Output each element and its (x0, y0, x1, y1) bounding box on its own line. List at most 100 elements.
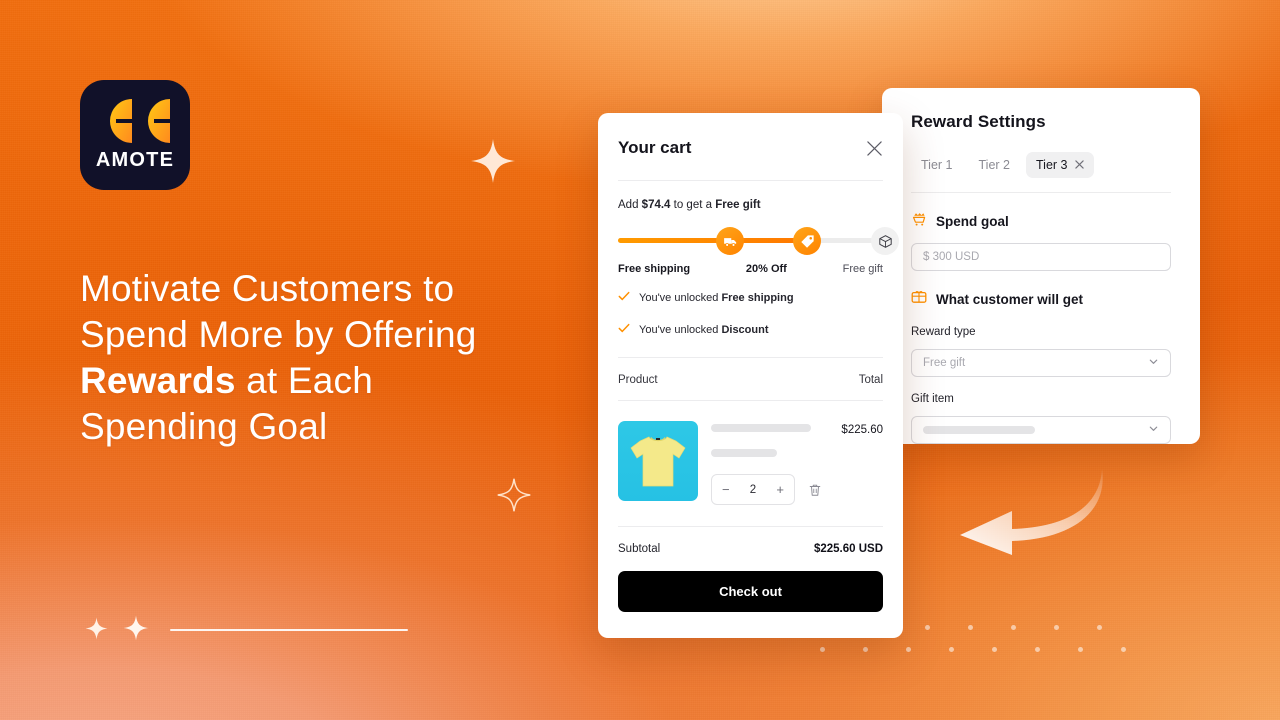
tier-tab-3[interactable]: Tier 3 (1026, 152, 1094, 178)
reward-type-value: Free gift (923, 357, 966, 369)
product-price: $225.60 (841, 424, 883, 436)
sparkle-icon (497, 478, 531, 512)
spend-goal-label: Spend goal (936, 214, 1009, 229)
headline-line-2: Spend More by Offering (80, 314, 477, 355)
headline-line-1: Motivate Customers to (80, 268, 455, 309)
progress-message-reward: Free gift (715, 199, 761, 211)
headline-emphasis: Rewards (80, 360, 236, 401)
milestone-labels: Free shipping 20% Off Free gift (618, 263, 883, 275)
spend-goal-placeholder: $ 300 USD (923, 251, 980, 263)
quantity-decrease-button[interactable]: − (722, 482, 730, 497)
milestone-node-free-shipping[interactable] (716, 227, 744, 255)
panel-divider (911, 192, 1171, 193)
quantity-row: − 2 + (711, 474, 883, 505)
quantity-increase-button[interactable]: + (776, 482, 784, 497)
milestone-label-free-shipping: Free shipping (618, 263, 691, 275)
dot (1078, 647, 1083, 652)
quantity-stepper[interactable]: − 2 + (711, 474, 795, 505)
tshirt-image[interactable] (618, 421, 698, 501)
cart-title: Your cart (618, 138, 692, 157)
subtotal-row: Subtotal $225.60 USD (618, 527, 883, 555)
chevron-down-icon (1148, 356, 1159, 370)
reward-settings-panel: Reward Settings Tier 1 Tier 2 Tier 3 Spe… (882, 88, 1200, 444)
tier-tabs: Tier 1 Tier 2 Tier 3 (911, 152, 1171, 178)
tier-tab-2[interactable]: Tier 2 (969, 152, 1021, 178)
customer-get-heading: What customer will get (911, 289, 1171, 310)
progress-message-middle: to get a (670, 199, 716, 211)
dot (1121, 647, 1126, 652)
unlocked-reward-2: Discount (721, 324, 769, 336)
reward-type-label: Reward type (911, 326, 976, 338)
milestone-label-free-gift: Free gift (842, 263, 883, 275)
dot (820, 647, 825, 652)
headline-line-3-rest: at Each (235, 360, 373, 401)
headline-line-3: Rewards at Each (80, 358, 640, 404)
customer-get-label: What customer will get (936, 292, 1084, 307)
progress-message: Add $74.4 to get a Free gift (618, 181, 883, 211)
progress-fill (618, 238, 799, 243)
spend-goal-heading: Spend goal (911, 211, 1171, 232)
dot (1035, 647, 1040, 652)
progress-message-prefix: Add (618, 199, 642, 211)
unlocked-text: You've unlocked Free shipping (639, 292, 794, 304)
cart-table-header: Product Total (618, 358, 883, 400)
check-icon (618, 289, 630, 307)
unlocked-prefix-1: You've unlocked (639, 292, 722, 304)
cart-line-item-details: $225.60 − 2 + (711, 421, 883, 505)
unlocked-item: You've unlocked Free shipping (618, 289, 883, 307)
milestone-node-free-gift[interactable] (871, 227, 899, 255)
dot (906, 647, 911, 652)
cart-header: Your cart (618, 113, 883, 180)
chevron-down-icon (1148, 423, 1159, 437)
close-icon[interactable] (866, 140, 883, 157)
product-title-placeholder (711, 424, 811, 432)
gift-card-icon (911, 289, 927, 310)
subtotal-value: $225.60 USD (813, 543, 883, 555)
tier-tab-1-label: Tier 1 (921, 158, 953, 172)
unlocked-item: You've unlocked Discount (618, 321, 883, 339)
sparkle-icon (123, 615, 149, 641)
tier-tab-3-label: Tier 3 (1036, 158, 1068, 172)
quote-marks-icon (100, 98, 170, 143)
gift-item-label: Gift item (911, 393, 954, 405)
sparkle-icon (85, 617, 108, 640)
cart-line-item: $225.60 − 2 + (618, 401, 883, 505)
trash-icon[interactable] (808, 483, 822, 497)
spend-goal-input[interactable]: $ 300 USD (911, 243, 1171, 271)
headline-line-4: Spending Goal (80, 406, 328, 447)
cart-line-item-top: $225.60 (711, 424, 883, 436)
tier-tab-1[interactable]: Tier 1 (911, 152, 963, 178)
dot (968, 625, 973, 630)
cart-panel: Your cart Add $74.4 to get a Free gift F… (598, 113, 903, 638)
dot (1011, 625, 1016, 630)
dot (992, 647, 997, 652)
curved-arrow-left-icon (950, 465, 1110, 560)
milestone-node-discount[interactable] (793, 227, 821, 255)
product-variant-placeholder (711, 449, 777, 457)
reward-type-select[interactable]: Free gift (911, 349, 1171, 377)
reward-settings-title: Reward Settings (911, 112, 1046, 131)
checkout-button[interactable]: Check out (618, 571, 883, 612)
logo-wordmark: AMOTE (95, 148, 175, 171)
dot (949, 647, 954, 652)
unlocked-prefix-2: You've unlocked (639, 324, 722, 336)
dot (1097, 625, 1102, 630)
cart-crown-icon (911, 211, 927, 232)
dot (863, 647, 868, 652)
check-icon (618, 321, 630, 339)
sparkle-icon (470, 138, 516, 184)
unlocked-text: You've unlocked Discount (639, 324, 769, 336)
unlocked-reward-1: Free shipping (721, 292, 794, 304)
dot-grid (925, 625, 1140, 630)
close-icon[interactable] (1074, 159, 1084, 171)
gift-item-select[interactable] (911, 416, 1171, 444)
dot (925, 625, 930, 630)
quantity-value: 2 (749, 483, 757, 496)
divider-line (170, 629, 408, 631)
dot (1054, 625, 1059, 630)
reward-progress-bar (618, 227, 899, 255)
tier-tab-2-label: Tier 2 (978, 158, 1011, 172)
milestone-label-discount: 20% Off (745, 263, 787, 275)
page-title: Motivate Customers to Spend More by Offe… (80, 266, 640, 450)
subtotal-label: Subtotal (618, 543, 661, 555)
